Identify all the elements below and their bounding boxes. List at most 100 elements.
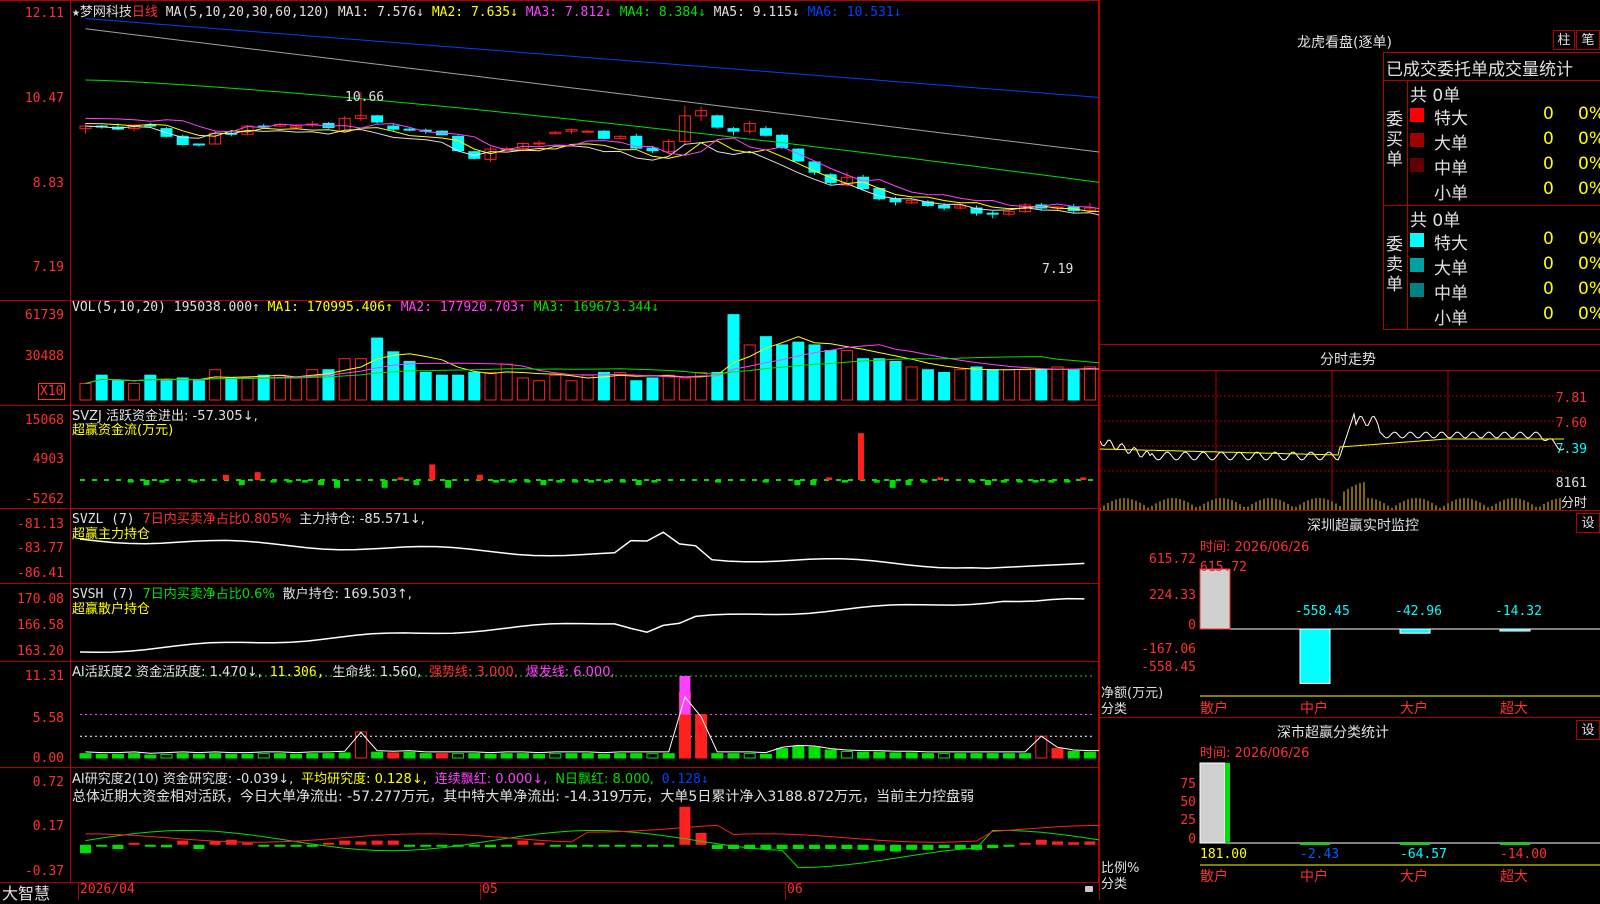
candle-body <box>581 130 594 133</box>
volume-bar <box>533 380 546 401</box>
stat-category: 散户 <box>1200 868 1228 885</box>
intraday-chart[interactable] <box>1100 371 1565 510</box>
sz-y-tick: 615.72 <box>1149 553 1196 567</box>
sell-label: 委卖单 <box>1386 235 1403 295</box>
ai3-bar <box>711 844 723 849</box>
ai3-bar <box>922 844 934 850</box>
ma3-label: MA3: 7.812↓ <box>525 5 612 20</box>
ai2-bar <box>597 753 610 759</box>
annot-high: 10.66 <box>345 90 385 105</box>
y-tick-ai3-1: 0.17 <box>32 819 64 834</box>
ai2-bar <box>743 753 756 759</box>
candle-body <box>597 130 610 139</box>
volume-bar <box>419 371 432 401</box>
ai3-bar <box>274 844 286 847</box>
period-label[interactable]: 日线 <box>132 5 158 20</box>
ai2-header: AI活跃度2 资金活跃度: 1.470↓, 11.306, 生命线: 1.560… <box>72 665 615 680</box>
sz-category: 中户 <box>1300 700 1328 717</box>
ai2-bar <box>419 753 432 759</box>
sz-y-tick: 0 <box>1188 618 1196 633</box>
row-name: 大单 <box>1434 134 1468 154</box>
svzj-bar <box>159 480 166 483</box>
sz-y-tick: -167.06 <box>1141 642 1196 657</box>
sz-value-label: -42.96 <box>1395 604 1442 619</box>
row-count: 0 <box>1543 129 1554 149</box>
stock-name: 梦网科技 <box>79 5 132 20</box>
svzj-bar <box>603 480 610 483</box>
svzj-bar <box>715 480 722 483</box>
volume-bar <box>792 341 805 401</box>
volume-bar <box>840 349 853 401</box>
stats-row: 中单 0 0% <box>1410 279 1600 304</box>
stat-category: 大户 <box>1400 868 1428 885</box>
svzj-bar <box>318 480 325 486</box>
svzj-bar <box>873 480 880 483</box>
ai3-bar <box>857 844 869 850</box>
ai3-bar <box>112 844 124 849</box>
volume-bar <box>1083 366 1096 401</box>
ai2-bar <box>403 751 416 759</box>
ai2-bar <box>176 753 189 759</box>
ai2-bar <box>857 751 870 759</box>
ai2-bar <box>662 753 675 759</box>
svzj-bar <box>635 480 642 486</box>
color-swatch <box>1410 258 1424 272</box>
svzj-bar <box>429 464 436 480</box>
ai3-bar <box>971 844 982 850</box>
stat-chart: 75 50 25 0 181.00 散户 -2.43 中户 -64.57 大户 -14.00 超大 <box>1180 762 1600 885</box>
ai2-bar <box>889 752 902 759</box>
dragon-title: 龙虎看盘(逐单) <box>1297 35 1392 51</box>
bar-mode-button[interactable]: 柱 <box>1553 30 1575 50</box>
sz-cls: 分类 <box>1101 702 1128 717</box>
volume-bar <box>711 371 724 401</box>
volume-bar <box>565 380 578 401</box>
svzj-bar <box>191 480 198 483</box>
svzj-bar <box>905 480 912 486</box>
ma-line-2 <box>85 123 1100 213</box>
svzj-bar <box>222 474 229 480</box>
ai2-bar <box>808 746 821 759</box>
color-swatch <box>1410 233 1424 247</box>
stat-settings-button[interactable]: 设 <box>1576 720 1600 740</box>
row-pct: 0% <box>1578 179 1600 199</box>
svzj-bar <box>143 480 150 486</box>
ai2-bar <box>95 753 108 759</box>
ai3-bar <box>760 844 772 849</box>
volume-bar <box>873 358 886 401</box>
ai2-bar <box>322 753 335 759</box>
volume-bar <box>857 358 870 401</box>
lock-icon[interactable] <box>1085 886 1093 892</box>
y-tick-svzj-2: -5262 <box>24 492 64 507</box>
ai2-bar <box>1019 753 1032 759</box>
sz-value-label: -14.32 <box>1495 604 1542 619</box>
ai3-bar <box>96 844 108 847</box>
ma2-label: MA2: 7.635↓ <box>431 5 518 20</box>
svzj-bar <box>969 480 976 483</box>
row-count: 0 <box>1543 229 1554 249</box>
ai2-bar <box>192 753 205 759</box>
tick-mode-button[interactable]: 笔 <box>1576 30 1600 50</box>
ai3-bar <box>128 842 140 845</box>
ai2-bar <box>1067 750 1080 759</box>
ai2-bar <box>549 753 562 759</box>
volume-bar <box>160 380 173 401</box>
svzj-bar <box>238 480 245 486</box>
star-icon[interactable]: ★ <box>72 5 80 20</box>
ai3-bar <box>371 840 383 845</box>
ai3-bar <box>161 844 172 848</box>
row-name: 大单 <box>1434 259 1468 279</box>
ai2-bar <box>873 751 886 759</box>
sz-settings-button[interactable]: 设 <box>1576 513 1600 533</box>
ma-params: MA(5,10,20,30,60,120) <box>165 5 331 20</box>
ai2-bar <box>111 753 124 759</box>
stat-y-tick: 0 <box>1188 832 1196 847</box>
sz-bar <box>1499 628 1531 632</box>
svzj-bar <box>476 474 483 480</box>
ai2-bar <box>695 713 708 759</box>
sz-category: 大户 <box>1400 700 1428 717</box>
ai2-bar <box>484 753 497 759</box>
ai3-bar <box>582 844 594 847</box>
stats-row: 特大 0 0% <box>1410 104 1600 129</box>
candle-body <box>776 134 789 149</box>
svzj-bar <box>381 480 388 488</box>
